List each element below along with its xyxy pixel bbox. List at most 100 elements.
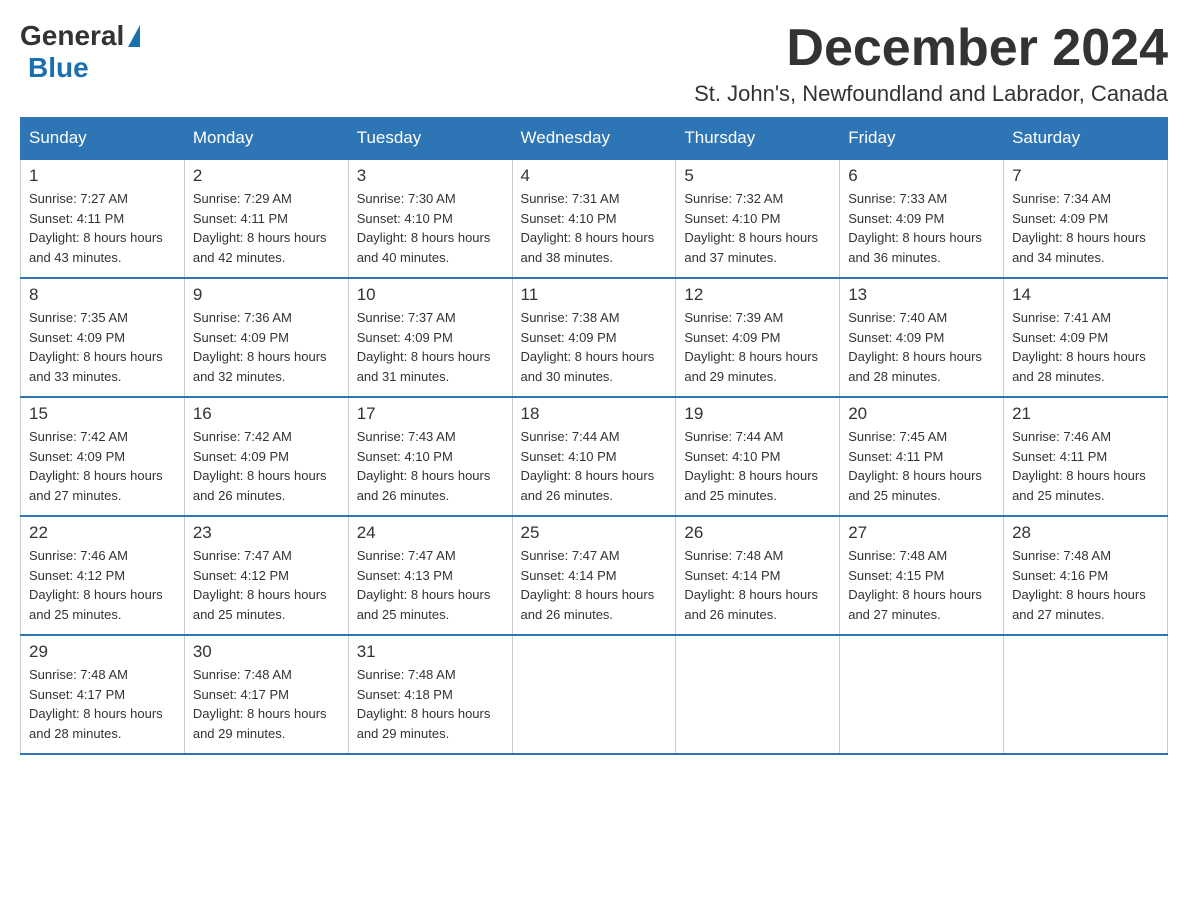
day-info: Sunrise: 7:48 AMSunset: 4:18 PMDaylight:… bbox=[357, 665, 504, 743]
calendar-cell: 2 Sunrise: 7:29 AMSunset: 4:11 PMDayligh… bbox=[184, 159, 348, 278]
calendar-cell: 13 Sunrise: 7:40 AMSunset: 4:09 PMDaylig… bbox=[840, 278, 1004, 397]
day-number: 1 bbox=[29, 166, 176, 186]
day-info: Sunrise: 7:32 AMSunset: 4:10 PMDaylight:… bbox=[684, 189, 831, 267]
calendar-cell: 7 Sunrise: 7:34 AMSunset: 4:09 PMDayligh… bbox=[1004, 159, 1168, 278]
day-info: Sunrise: 7:48 AMSunset: 4:15 PMDaylight:… bbox=[848, 546, 995, 624]
calendar-cell: 30 Sunrise: 7:48 AMSunset: 4:17 PMDaylig… bbox=[184, 635, 348, 754]
day-number: 3 bbox=[357, 166, 504, 186]
calendar-header-wednesday: Wednesday bbox=[512, 118, 676, 160]
calendar-header-monday: Monday bbox=[184, 118, 348, 160]
calendar-cell: 10 Sunrise: 7:37 AMSunset: 4:09 PMDaylig… bbox=[348, 278, 512, 397]
day-info: Sunrise: 7:43 AMSunset: 4:10 PMDaylight:… bbox=[357, 427, 504, 505]
day-info: Sunrise: 7:48 AMSunset: 4:17 PMDaylight:… bbox=[29, 665, 176, 743]
day-info: Sunrise: 7:47 AMSunset: 4:12 PMDaylight:… bbox=[193, 546, 340, 624]
day-number: 31 bbox=[357, 642, 504, 662]
day-info: Sunrise: 7:42 AMSunset: 4:09 PMDaylight:… bbox=[193, 427, 340, 505]
day-number: 11 bbox=[521, 285, 668, 305]
day-number: 19 bbox=[684, 404, 831, 424]
calendar-header-thursday: Thursday bbox=[676, 118, 840, 160]
day-info: Sunrise: 7:41 AMSunset: 4:09 PMDaylight:… bbox=[1012, 308, 1159, 386]
day-number: 15 bbox=[29, 404, 176, 424]
day-number: 12 bbox=[684, 285, 831, 305]
calendar-cell: 26 Sunrise: 7:48 AMSunset: 4:14 PMDaylig… bbox=[676, 516, 840, 635]
day-number: 18 bbox=[521, 404, 668, 424]
day-number: 28 bbox=[1012, 523, 1159, 543]
day-number: 13 bbox=[848, 285, 995, 305]
calendar-week-row: 22 Sunrise: 7:46 AMSunset: 4:12 PMDaylig… bbox=[21, 516, 1168, 635]
calendar-cell bbox=[512, 635, 676, 754]
title-area: December 2024 St. John's, Newfoundland a… bbox=[694, 20, 1168, 107]
day-number: 6 bbox=[848, 166, 995, 186]
calendar-cell: 29 Sunrise: 7:48 AMSunset: 4:17 PMDaylig… bbox=[21, 635, 185, 754]
calendar-cell: 12 Sunrise: 7:39 AMSunset: 4:09 PMDaylig… bbox=[676, 278, 840, 397]
calendar-cell: 3 Sunrise: 7:30 AMSunset: 4:10 PMDayligh… bbox=[348, 159, 512, 278]
calendar-cell bbox=[676, 635, 840, 754]
day-number: 7 bbox=[1012, 166, 1159, 186]
day-info: Sunrise: 7:38 AMSunset: 4:09 PMDaylight:… bbox=[521, 308, 668, 386]
calendar-cell: 15 Sunrise: 7:42 AMSunset: 4:09 PMDaylig… bbox=[21, 397, 185, 516]
day-number: 2 bbox=[193, 166, 340, 186]
calendar-cell: 27 Sunrise: 7:48 AMSunset: 4:15 PMDaylig… bbox=[840, 516, 1004, 635]
calendar-cell: 19 Sunrise: 7:44 AMSunset: 4:10 PMDaylig… bbox=[676, 397, 840, 516]
day-number: 8 bbox=[29, 285, 176, 305]
day-number: 5 bbox=[684, 166, 831, 186]
day-info: Sunrise: 7:46 AMSunset: 4:12 PMDaylight:… bbox=[29, 546, 176, 624]
calendar-cell: 4 Sunrise: 7:31 AMSunset: 4:10 PMDayligh… bbox=[512, 159, 676, 278]
calendar-cell: 28 Sunrise: 7:48 AMSunset: 4:16 PMDaylig… bbox=[1004, 516, 1168, 635]
calendar-cell: 5 Sunrise: 7:32 AMSunset: 4:10 PMDayligh… bbox=[676, 159, 840, 278]
day-info: Sunrise: 7:48 AMSunset: 4:17 PMDaylight:… bbox=[193, 665, 340, 743]
day-info: Sunrise: 7:33 AMSunset: 4:09 PMDaylight:… bbox=[848, 189, 995, 267]
calendar-cell bbox=[840, 635, 1004, 754]
day-number: 24 bbox=[357, 523, 504, 543]
calendar-week-row: 8 Sunrise: 7:35 AMSunset: 4:09 PMDayligh… bbox=[21, 278, 1168, 397]
day-info: Sunrise: 7:47 AMSunset: 4:13 PMDaylight:… bbox=[357, 546, 504, 624]
day-number: 4 bbox=[521, 166, 668, 186]
day-info: Sunrise: 7:45 AMSunset: 4:11 PMDaylight:… bbox=[848, 427, 995, 505]
day-number: 25 bbox=[521, 523, 668, 543]
calendar-cell: 11 Sunrise: 7:38 AMSunset: 4:09 PMDaylig… bbox=[512, 278, 676, 397]
day-number: 20 bbox=[848, 404, 995, 424]
day-info: Sunrise: 7:42 AMSunset: 4:09 PMDaylight:… bbox=[29, 427, 176, 505]
calendar-week-row: 1 Sunrise: 7:27 AMSunset: 4:11 PMDayligh… bbox=[21, 159, 1168, 278]
calendar-cell: 22 Sunrise: 7:46 AMSunset: 4:12 PMDaylig… bbox=[21, 516, 185, 635]
day-info: Sunrise: 7:44 AMSunset: 4:10 PMDaylight:… bbox=[521, 427, 668, 505]
day-number: 26 bbox=[684, 523, 831, 543]
header: General Blue December 2024 St. John's, N… bbox=[20, 20, 1168, 107]
day-info: Sunrise: 7:35 AMSunset: 4:09 PMDaylight:… bbox=[29, 308, 176, 386]
day-number: 10 bbox=[357, 285, 504, 305]
calendar-cell: 1 Sunrise: 7:27 AMSunset: 4:11 PMDayligh… bbox=[21, 159, 185, 278]
calendar-cell: 31 Sunrise: 7:48 AMSunset: 4:18 PMDaylig… bbox=[348, 635, 512, 754]
calendar-cell: 6 Sunrise: 7:33 AMSunset: 4:09 PMDayligh… bbox=[840, 159, 1004, 278]
day-info: Sunrise: 7:31 AMSunset: 4:10 PMDaylight:… bbox=[521, 189, 668, 267]
calendar-cell: 8 Sunrise: 7:35 AMSunset: 4:09 PMDayligh… bbox=[21, 278, 185, 397]
calendar-header-sunday: Sunday bbox=[21, 118, 185, 160]
calendar-cell: 17 Sunrise: 7:43 AMSunset: 4:10 PMDaylig… bbox=[348, 397, 512, 516]
page-title: December 2024 bbox=[694, 20, 1168, 77]
subtitle: St. John's, Newfoundland and Labrador, C… bbox=[694, 81, 1168, 107]
logo-blue-text: Blue bbox=[28, 52, 89, 84]
calendar-week-row: 29 Sunrise: 7:48 AMSunset: 4:17 PMDaylig… bbox=[21, 635, 1168, 754]
calendar-header-row: SundayMondayTuesdayWednesdayThursdayFrid… bbox=[21, 118, 1168, 160]
day-info: Sunrise: 7:37 AMSunset: 4:09 PMDaylight:… bbox=[357, 308, 504, 386]
day-info: Sunrise: 7:27 AMSunset: 4:11 PMDaylight:… bbox=[29, 189, 176, 267]
calendar-cell: 9 Sunrise: 7:36 AMSunset: 4:09 PMDayligh… bbox=[184, 278, 348, 397]
calendar-header-saturday: Saturday bbox=[1004, 118, 1168, 160]
day-info: Sunrise: 7:46 AMSunset: 4:11 PMDaylight:… bbox=[1012, 427, 1159, 505]
day-number: 14 bbox=[1012, 285, 1159, 305]
day-info: Sunrise: 7:48 AMSunset: 4:16 PMDaylight:… bbox=[1012, 546, 1159, 624]
day-number: 21 bbox=[1012, 404, 1159, 424]
logo-triangle-icon bbox=[128, 25, 140, 47]
calendar-cell: 23 Sunrise: 7:47 AMSunset: 4:12 PMDaylig… bbox=[184, 516, 348, 635]
logo-general-text: General bbox=[20, 20, 124, 52]
day-info: Sunrise: 7:47 AMSunset: 4:14 PMDaylight:… bbox=[521, 546, 668, 624]
calendar-header-tuesday: Tuesday bbox=[348, 118, 512, 160]
day-info: Sunrise: 7:34 AMSunset: 4:09 PMDaylight:… bbox=[1012, 189, 1159, 267]
day-info: Sunrise: 7:40 AMSunset: 4:09 PMDaylight:… bbox=[848, 308, 995, 386]
day-info: Sunrise: 7:29 AMSunset: 4:11 PMDaylight:… bbox=[193, 189, 340, 267]
day-number: 17 bbox=[357, 404, 504, 424]
calendar-week-row: 15 Sunrise: 7:42 AMSunset: 4:09 PMDaylig… bbox=[21, 397, 1168, 516]
day-info: Sunrise: 7:36 AMSunset: 4:09 PMDaylight:… bbox=[193, 308, 340, 386]
calendar-cell: 14 Sunrise: 7:41 AMSunset: 4:09 PMDaylig… bbox=[1004, 278, 1168, 397]
calendar-cell: 16 Sunrise: 7:42 AMSunset: 4:09 PMDaylig… bbox=[184, 397, 348, 516]
calendar: SundayMondayTuesdayWednesdayThursdayFrid… bbox=[20, 117, 1168, 755]
